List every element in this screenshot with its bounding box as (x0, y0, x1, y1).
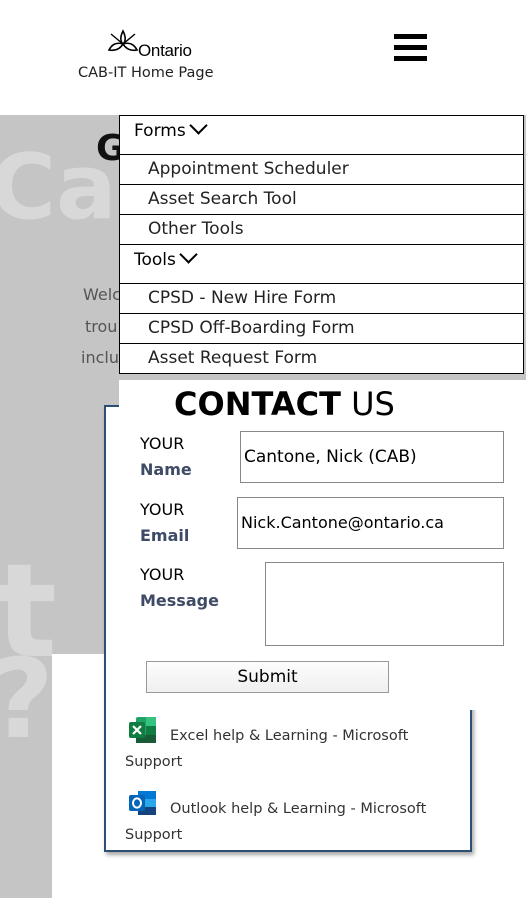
chevron-down-icon (179, 245, 198, 264)
contact-title-rest: US (351, 385, 395, 423)
help-links-panel: Excel help & Learning - Microsoft Suppor… (106, 706, 470, 850)
nav-dropdown-menu: Forms Appointment Scheduler Asset Search… (119, 115, 524, 374)
trillium-icon (107, 29, 139, 52)
hero-text-line: trou (85, 317, 118, 336)
excel-help-text: Excel help & Learning - Microsoft (170, 728, 409, 744)
menu-item-asset-search-tool[interactable]: Asset Search Tool (119, 184, 524, 215)
menu-section-forms[interactable]: Forms (119, 115, 524, 155)
contact-title-bold: CONTACT (174, 385, 341, 423)
message-label: YOUR Message (140, 565, 219, 610)
outlook-help-link[interactable]: Outlook help & Learning - Microsoft Supp… (125, 796, 455, 848)
hero-text-line: inclu (81, 348, 119, 367)
menu-section-tools[interactable]: Tools (119, 244, 524, 284)
hero-watermark: ? (0, 635, 54, 763)
message-textarea[interactable] (265, 562, 504, 646)
menu-item-cpsd-new-hire-form[interactable]: CPSD - New Hire Form (119, 283, 524, 314)
menu-section-label: Forms (134, 116, 208, 141)
hero-text-line: Welc (83, 285, 121, 304)
name-input[interactable]: Cantone, Nick (CAB) (240, 431, 504, 483)
excel-help-link[interactable]: Excel help & Learning - Microsoft Suppor… (125, 723, 455, 775)
contact-title: CONTACT US (174, 385, 395, 423)
logo-text: Ontario (138, 41, 192, 60)
chevron-down-icon (188, 116, 208, 135)
email-label: YOUR Email (140, 500, 190, 545)
menu-item-cpsd-off-boarding-form[interactable]: CPSD Off-Boarding Form (119, 313, 524, 344)
outlook-help-text: Outlook help & Learning - Microsoft (170, 801, 427, 817)
menu-item-other-tools[interactable]: Other Tools (119, 214, 524, 245)
home-page-link[interactable]: CAB-IT Home Page (78, 65, 214, 81)
hamburger-menu-icon[interactable] (394, 34, 428, 62)
email-input[interactable]: Nick.Cantone@ontario.ca (237, 497, 504, 549)
site-header: Ontario CAB-IT Home Page (0, 0, 526, 115)
ontario-logo[interactable]: Ontario (107, 28, 217, 60)
menu-item-appointment-scheduler[interactable]: Appointment Scheduler (119, 154, 524, 185)
submit-button[interactable]: Submit (146, 661, 389, 693)
name-label: YOUR Name (140, 434, 192, 479)
outlook-help-text-support: Support (125, 827, 183, 843)
menu-item-asset-request-form[interactable]: Asset Request Form (119, 343, 524, 374)
excel-help-text-support: Support (125, 754, 183, 770)
menu-section-label: Tools (134, 245, 198, 270)
